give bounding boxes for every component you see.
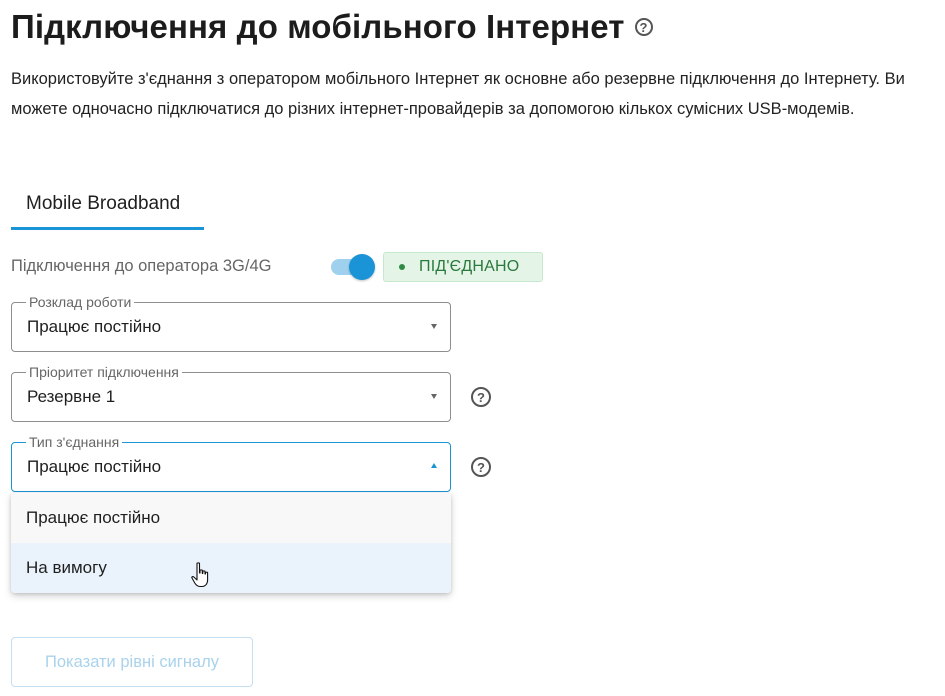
dropdown-option-on-demand[interactable]: На вимогу	[11, 543, 451, 593]
page-title: Підключення до мобільного Інтернет ?	[11, 8, 653, 46]
connection-type-select[interactable]: Тип з'єднання Працює постійно	[11, 433, 451, 492]
schedule-select-label: Розклад роботи	[26, 293, 135, 311]
show-signal-levels-button[interactable]: Показати рівні сигналу	[11, 637, 253, 687]
chevron-down-icon	[431, 324, 437, 329]
status-text: ПІД'ЄДНАНО	[419, 258, 520, 275]
connection-type-dropdown: Працює постійно На вимогу	[11, 493, 451, 593]
schedule-select[interactable]: Розклад роботи Працює постійно	[11, 293, 451, 352]
hand-pointer-cursor-icon	[191, 562, 209, 588]
priority-select[interactable]: Пріоритет підключення Резервне 1	[11, 363, 451, 422]
question-circle-icon[interactable]: ?	[634, 18, 653, 36]
connection-type-help-icon[interactable]: ?	[471, 457, 491, 477]
page-title-text: Підключення до мобільного Інтернет	[11, 8, 625, 45]
chevron-down-icon	[431, 394, 437, 399]
toggle-knob	[349, 254, 375, 280]
connection-type-select-value: Працює постійно	[27, 457, 162, 476]
priority-help-icon[interactable]: ?	[471, 387, 491, 407]
priority-select-value: Резервне 1	[27, 387, 116, 406]
status-dot-icon	[399, 264, 405, 270]
chevron-up-icon	[431, 463, 437, 468]
connection-toggle[interactable]	[331, 254, 375, 280]
dropdown-option-always-on[interactable]: Працює постійно	[11, 493, 451, 543]
schedule-select-value: Працює постійно	[27, 317, 162, 336]
connection-type-select-label: Тип з'єднання	[26, 433, 123, 451]
priority-select-label: Пріоритет підключення	[26, 363, 182, 381]
status-badge: ПІД'ЄДНАНО	[383, 252, 543, 282]
page-description: Використовуйте з'єднання з оператором мо…	[11, 70, 905, 118]
tab-mobile-broadband[interactable]: Mobile Broadband	[11, 186, 204, 230]
connection-label: Підключення до оператора 3G/4G	[11, 257, 272, 275]
